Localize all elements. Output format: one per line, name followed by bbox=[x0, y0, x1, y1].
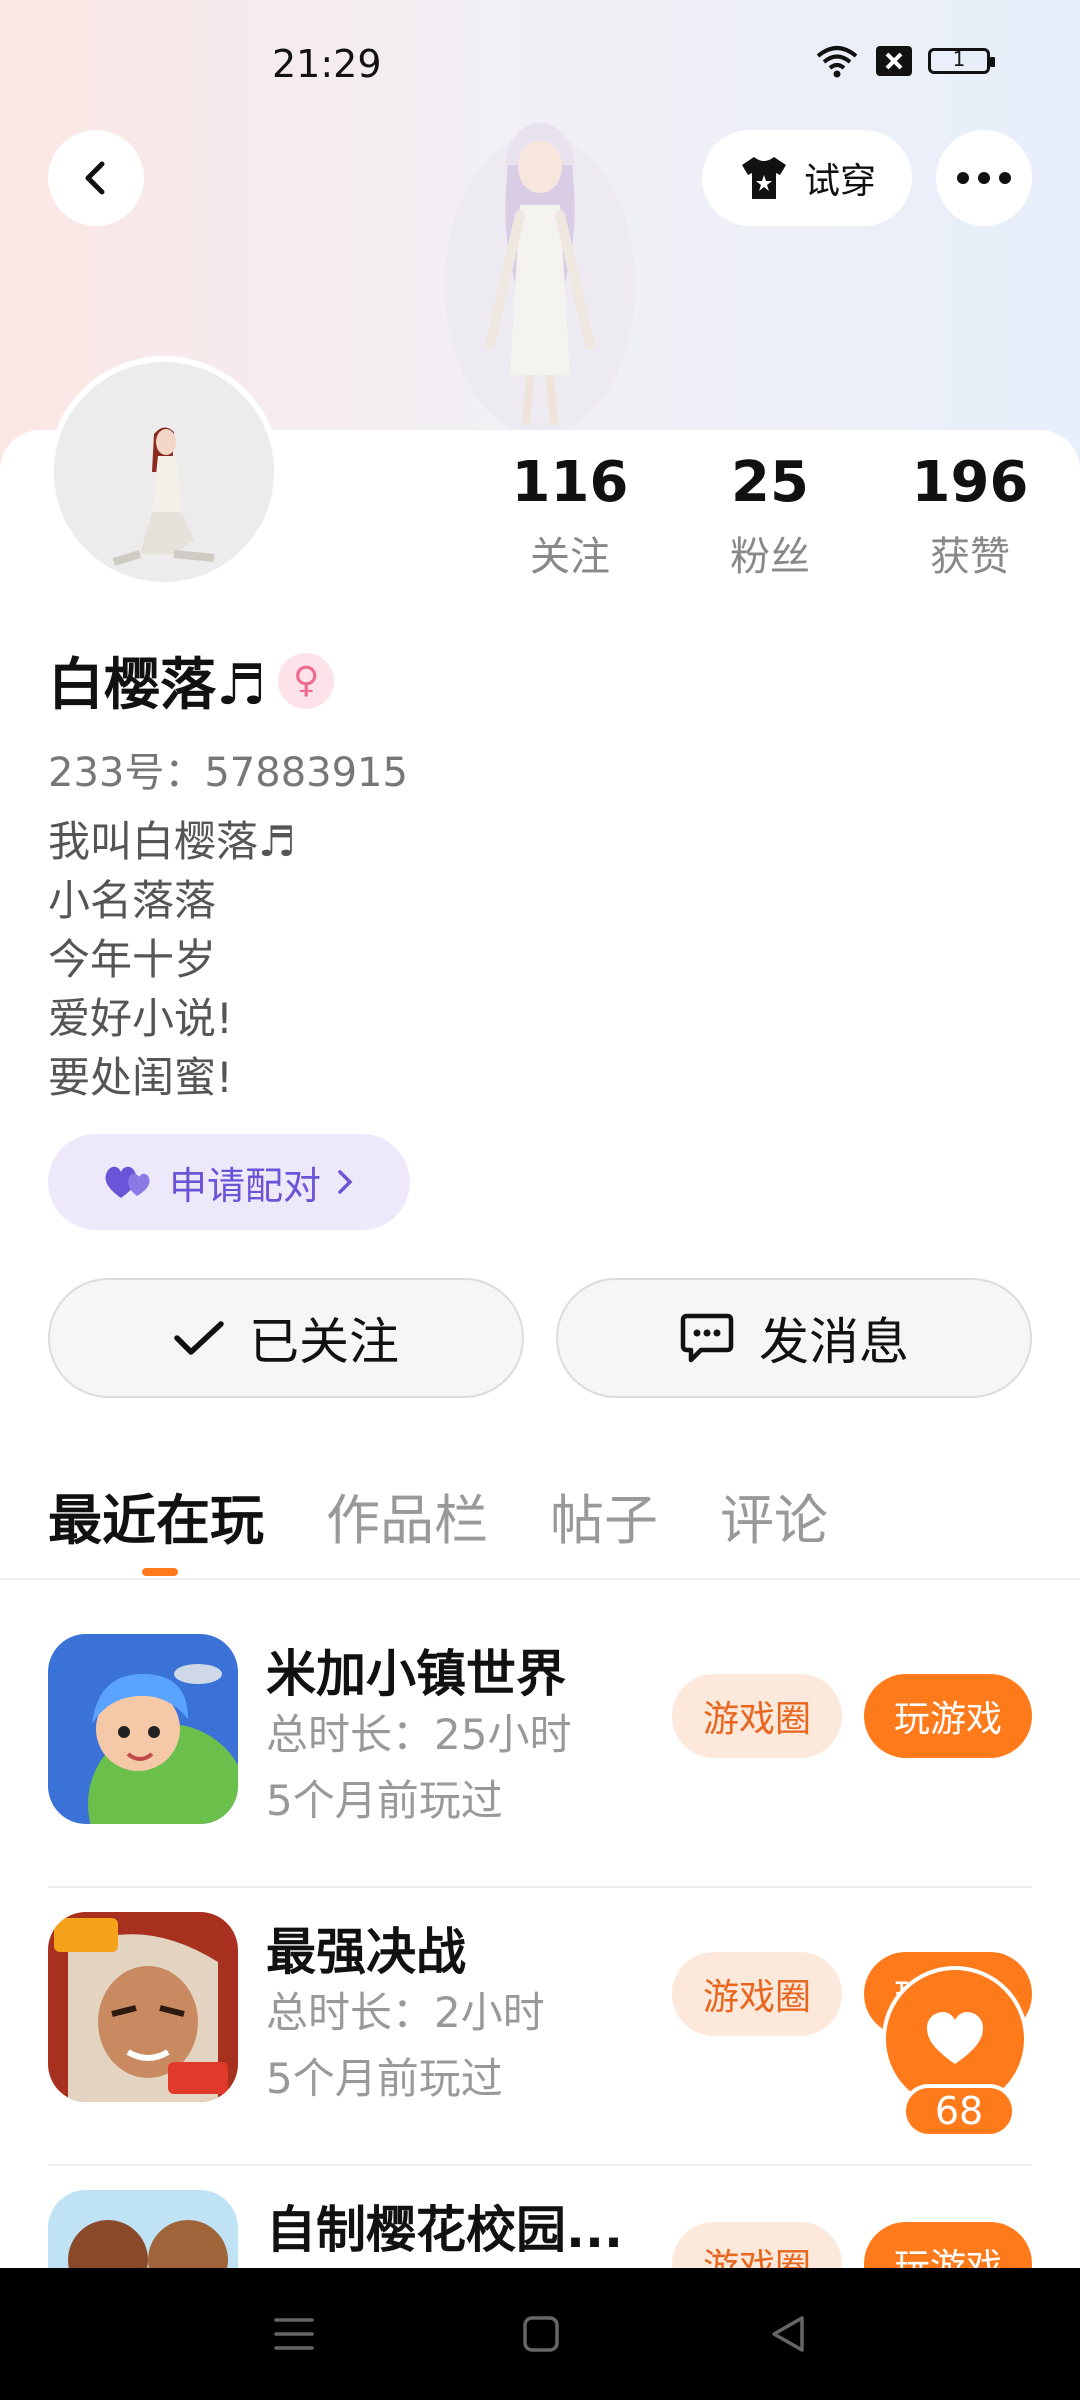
game-circle-button[interactable]: 游戏圈 bbox=[672, 1952, 842, 2036]
game-meta: 总时长：25小时 5个月前玩过 bbox=[266, 1702, 571, 1834]
bio-line: 小名落落 bbox=[48, 876, 217, 925]
game-last-played: 5个月前玩过 bbox=[266, 1776, 503, 1825]
try-on-button[interactable]: 试穿 bbox=[702, 130, 912, 226]
back-arrow-icon bbox=[85, 161, 105, 195]
avatar[interactable] bbox=[48, 356, 280, 588]
battery-level: 1 bbox=[952, 47, 966, 71]
bio-line: 我叫白樱落♬ bbox=[48, 817, 296, 866]
followed-button[interactable]: 已关注 bbox=[48, 1278, 524, 1398]
stat-following[interactable]: 116 关注 bbox=[470, 448, 670, 582]
avatar-figure-image bbox=[445, 123, 635, 435]
username-text: 白樱落♬ bbox=[48, 653, 267, 718]
back-triangle-icon[interactable] bbox=[768, 2314, 806, 2354]
battery-icon: 1 bbox=[928, 47, 995, 74]
status-icons: 1 bbox=[814, 44, 995, 78]
stat-followers-label: 粉丝 bbox=[730, 534, 810, 580]
game-icon-strongest-battle bbox=[48, 1912, 238, 2102]
avatar-image bbox=[54, 362, 274, 582]
try-on-label: 试穿 bbox=[803, 161, 876, 202]
chevron-right-icon bbox=[338, 1170, 353, 1194]
game-duration: 总时长：2小时 bbox=[266, 1988, 545, 2037]
game-duration: 总时长：25小时 bbox=[266, 1710, 572, 1759]
stat-following-label: 关注 bbox=[530, 534, 610, 580]
game-meta: 总时长：2小时 5个月前玩过 bbox=[266, 1980, 545, 2112]
game-name: 自制樱花校园... bbox=[266, 2201, 623, 2259]
stat-followers[interactable]: 25 粉丝 bbox=[670, 448, 870, 582]
heart-icon bbox=[927, 2012, 983, 2064]
username: 白樱落♬ ♀ bbox=[48, 640, 335, 721]
more-button[interactable] bbox=[936, 130, 1032, 226]
user-id: 233号：57883915 bbox=[48, 750, 408, 796]
request-pair-label: 申请配对 bbox=[168, 1163, 321, 1208]
like-count: 68 bbox=[902, 2084, 1016, 2138]
bio-line: 爱好小说! bbox=[48, 994, 233, 1043]
menu-icon[interactable] bbox=[274, 2316, 314, 2352]
system-nav-bar bbox=[0, 2268, 1080, 2400]
stat-likes-value: 196 bbox=[911, 450, 1029, 515]
tabs-divider bbox=[0, 1578, 1080, 1580]
tab-recently-played[interactable]: 最近在玩 bbox=[48, 1476, 264, 1555]
game-name: 最强决战 bbox=[266, 1923, 466, 1981]
game-row[interactable]: 自制樱花校园... 游戏圈 玩游戏 bbox=[48, 2166, 1032, 2268]
status-time: 21:29 bbox=[272, 42, 382, 86]
play-game-button[interactable]: 玩游戏 bbox=[864, 2222, 1032, 2268]
game-circle-button[interactable]: 游戏圈 bbox=[672, 2222, 842, 2268]
game-row[interactable]: 米加小镇世界 总时长：25小时 5个月前玩过 游戏圈 玩游戏 bbox=[48, 1610, 1032, 1888]
signal-blocked-icon bbox=[876, 46, 912, 76]
send-message-label: 发消息 bbox=[759, 1313, 909, 1371]
wifi-icon bbox=[816, 46, 858, 78]
game-icon-image bbox=[48, 1634, 238, 1824]
play-game-button[interactable]: 玩游戏 bbox=[864, 1674, 1032, 1758]
game-name: 米加小镇世界 bbox=[266, 1645, 566, 1703]
game-icon-image bbox=[48, 2190, 238, 2268]
tab-posts[interactable]: 帖子 bbox=[550, 1476, 658, 1555]
bio-line: 要处闺蜜! bbox=[48, 1053, 233, 1102]
content-tabs: 最近在玩 作品栏 帖子 评论 bbox=[48, 1476, 828, 1555]
stat-likes[interactable]: 196 获赞 bbox=[870, 448, 1070, 582]
tab-comments[interactable]: 评论 bbox=[720, 1476, 828, 1555]
request-pair-button[interactable]: 申请配对 bbox=[48, 1134, 410, 1230]
game-icon-image bbox=[48, 1912, 238, 2102]
game-icon-miga-town bbox=[48, 1634, 238, 1824]
game-circle-button[interactable]: 游戏圈 bbox=[672, 1674, 842, 1758]
stats-row: 116 关注 25 粉丝 196 获赞 bbox=[470, 448, 1070, 582]
game-icon-sakura-school bbox=[48, 2190, 238, 2268]
back-button[interactable] bbox=[48, 130, 144, 226]
stat-following-value: 116 bbox=[511, 450, 629, 515]
bio: 我叫白樱落♬ 小名落落 今年十岁 爱好小说! 要处闺蜜! bbox=[48, 812, 296, 1107]
followed-label: 已关注 bbox=[249, 1313, 399, 1371]
more-dots-icon bbox=[957, 172, 1011, 184]
home-icon[interactable] bbox=[522, 2315, 560, 2353]
send-message-button[interactable]: 发消息 bbox=[556, 1278, 1032, 1398]
bio-line: 今年十岁 bbox=[48, 935, 217, 984]
active-tab-indicator bbox=[142, 1568, 178, 1576]
tshirt-icon bbox=[741, 157, 786, 199]
floating-like-button[interactable]: 68 bbox=[882, 1966, 1032, 2146]
chat-icon bbox=[680, 1313, 734, 1363]
stat-followers-value: 25 bbox=[731, 450, 809, 515]
checkmark-icon bbox=[174, 1321, 224, 1355]
tab-works[interactable]: 作品栏 bbox=[326, 1476, 488, 1555]
double-heart-icon bbox=[105, 1166, 150, 1198]
stat-likes-label: 获赞 bbox=[930, 534, 1010, 580]
game-last-played: 5个月前玩过 bbox=[266, 2054, 503, 2103]
female-gender-icon: ♀ bbox=[278, 652, 335, 709]
